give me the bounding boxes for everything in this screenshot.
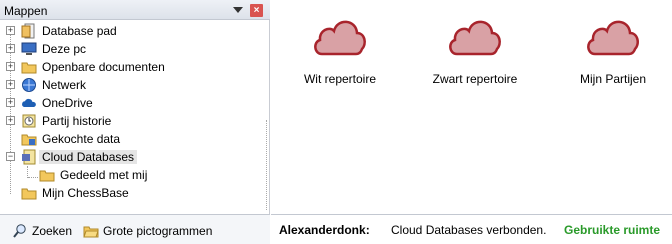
status-used-space: Gebruikte ruimte [564, 223, 661, 237]
tree-item-mijn-chessbase[interactable]: Mijn ChessBase [0, 184, 260, 202]
cloud-icon [587, 20, 639, 56]
tree-item-partij-historie[interactable]: + Partij historie [0, 112, 260, 130]
left-toolbar: Zoeken Grote pictogrammen [0, 214, 270, 244]
tree-item-netwerk[interactable]: + Netwerk [0, 76, 260, 94]
tree-item-label: Mijn ChessBase [42, 186, 129, 200]
onedrive-icon [22, 98, 36, 107]
search-button-label: Zoeken [32, 224, 73, 238]
search-icon [13, 224, 26, 238]
search-button[interactable]: Zoeken [12, 222, 72, 240]
folder-open-icon [83, 226, 99, 238]
close-icon[interactable]: × [250, 4, 263, 17]
tree-item-gekochte-data[interactable]: Gekochte data [0, 130, 260, 148]
large-icons-button[interactable]: Grote pictogrammen [83, 222, 212, 240]
tree-item-openbare-documenten[interactable]: + Openbare documenten [0, 58, 260, 76]
tree-item-deze-pc[interactable]: + Deze pc [0, 40, 260, 58]
cloud-icon [314, 20, 366, 56]
folder-icon [21, 62, 37, 74]
cloud-icon [449, 20, 501, 56]
tree-item-label: Deze pc [42, 42, 87, 56]
database-path-icon [21, 23, 35, 39]
dropdown-arrow-icon[interactable] [233, 7, 243, 13]
expand-icon[interactable]: + [6, 80, 15, 89]
tree-item-cloud-databases[interactable]: − Cloud Databases [0, 148, 260, 166]
expand-icon[interactable]: + [6, 116, 15, 125]
chessbase-icon [21, 188, 37, 200]
tree-item-label: Partij historie [42, 114, 112, 128]
tree-item-label: OneDrive [42, 96, 93, 110]
network-icon [22, 78, 36, 92]
expand-icon[interactable]: + [6, 26, 15, 35]
tree-item-label: Cloud Databases [39, 150, 138, 164]
expand-icon[interactable]: + [6, 62, 15, 71]
status-message: Cloud Databases verbonden. [391, 223, 547, 237]
folders-pane: Mappen × + Database pad + Deze pc + Open… [0, 0, 270, 244]
cloud-db-tile-zwart-repertoire[interactable]: Zwart repertoire [410, 14, 540, 94]
computer-icon [21, 42, 37, 55]
status-bar: Alexanderdonk: Cloud Databases verbonden… [271, 214, 672, 244]
cloud-db-tile-mijn-partijen[interactable]: Mijn Partijen [548, 14, 672, 94]
tree-item-label: Netwerk [42, 78, 87, 92]
pane-splitter[interactable] [266, 120, 269, 210]
tree-item-label: Gedeeld met mij [60, 168, 148, 182]
panel-title: Mappen [4, 4, 48, 18]
tile-label: Wit repertoire [303, 72, 377, 86]
tree-item-label: Gekochte data [42, 132, 121, 146]
tree-item-label: Database pad [42, 24, 117, 38]
expand-icon[interactable]: + [6, 98, 15, 107]
tree-item-gedeeld-met-mij[interactable]: Gedeeld met mij [0, 166, 260, 184]
purchased-data-icon [21, 134, 37, 146]
panel-header: Mappen × [0, 0, 270, 20]
tile-label: Mijn Partijen [579, 72, 647, 86]
tile-label: Zwart repertoire [432, 72, 518, 86]
expand-icon[interactable]: + [6, 44, 15, 53]
cloud-db-tile-wit-repertoire[interactable]: Wit repertoire [275, 14, 405, 94]
history-icon [22, 114, 36, 128]
status-user: Alexanderdonk: [279, 223, 370, 237]
tree-item-database-pad[interactable]: + Database pad [0, 22, 260, 40]
app-window: Mappen × + Database pad + Deze pc + Open… [0, 0, 672, 244]
tree-item-onedrive[interactable]: + OneDrive [0, 94, 260, 112]
cloud-database-icon [22, 149, 36, 165]
content-pane: Wit repertoire Zwart repertoire Mijn Par… [271, 0, 672, 244]
collapse-icon[interactable]: − [6, 152, 15, 161]
tree-item-label: Openbare documenten [42, 60, 165, 74]
large-icons-button-label: Grote pictogrammen [103, 224, 213, 238]
folder-icon [39, 170, 55, 182]
